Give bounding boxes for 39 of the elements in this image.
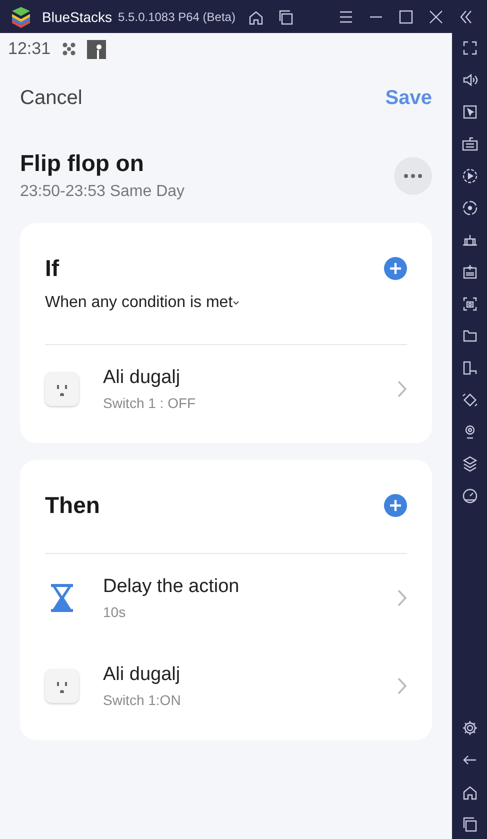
more-icon: [404, 174, 422, 178]
keyboard-icon[interactable]: [460, 135, 478, 153]
more-button[interactable]: [394, 156, 432, 194]
row-detail: Switch 1:ON: [103, 692, 182, 708]
fullscreen-icon[interactable]: [460, 39, 478, 57]
rotate-icon[interactable]: [460, 391, 478, 409]
windows-icon[interactable]: [277, 8, 296, 26]
smart-plug-icon: [45, 372, 79, 406]
window-title: BlueStacks: [42, 8, 112, 24]
apk-install-icon[interactable]: [460, 263, 478, 281]
row-title: Delay the action: [103, 576, 240, 598]
row-detail: 10s: [103, 604, 127, 620]
add-icon[interactable]: [384, 257, 407, 280]
caret-icon[interactable]: [232, 301, 239, 305]
recent-apps-icon[interactable]: [460, 815, 478, 833]
play-icon[interactable]: [460, 167, 478, 185]
version-label: 5.5.0.1083 P64 (Beta): [118, 10, 236, 24]
section-title: Then: [45, 492, 100, 519]
row-detail: Switch 1 : OFF: [103, 395, 197, 411]
screenshot-icon[interactable]: [460, 295, 478, 313]
cancel-link[interactable]: Cancel: [20, 87, 82, 110]
scene-schedule: 23:50-23:53 Same Day: [20, 183, 185, 201]
sync-icon[interactable]: [460, 199, 478, 217]
close-icon[interactable]: [427, 8, 445, 26]
cursor-icon[interactable]: [460, 103, 478, 121]
row-title: Ali dugalj: [103, 367, 182, 389]
status-time: 12:31: [8, 39, 51, 59]
section-title: If: [45, 255, 60, 282]
condition-dropdown[interactable]: When any condition is met: [45, 294, 233, 312]
gauge-icon[interactable]: [460, 487, 478, 505]
row-title: Ali dugalj: [103, 664, 182, 686]
bluestacks-logo: [10, 6, 32, 28]
scene-title: Flip flop on: [20, 150, 145, 177]
add-icon[interactable]: [384, 494, 407, 517]
maximize-icon[interactable]: [397, 8, 415, 26]
layers-icon[interactable]: [460, 455, 478, 473]
settings-icon[interactable]: [460, 719, 478, 737]
volume-icon[interactable]: [460, 71, 478, 89]
smart-plug-icon: [45, 669, 79, 703]
